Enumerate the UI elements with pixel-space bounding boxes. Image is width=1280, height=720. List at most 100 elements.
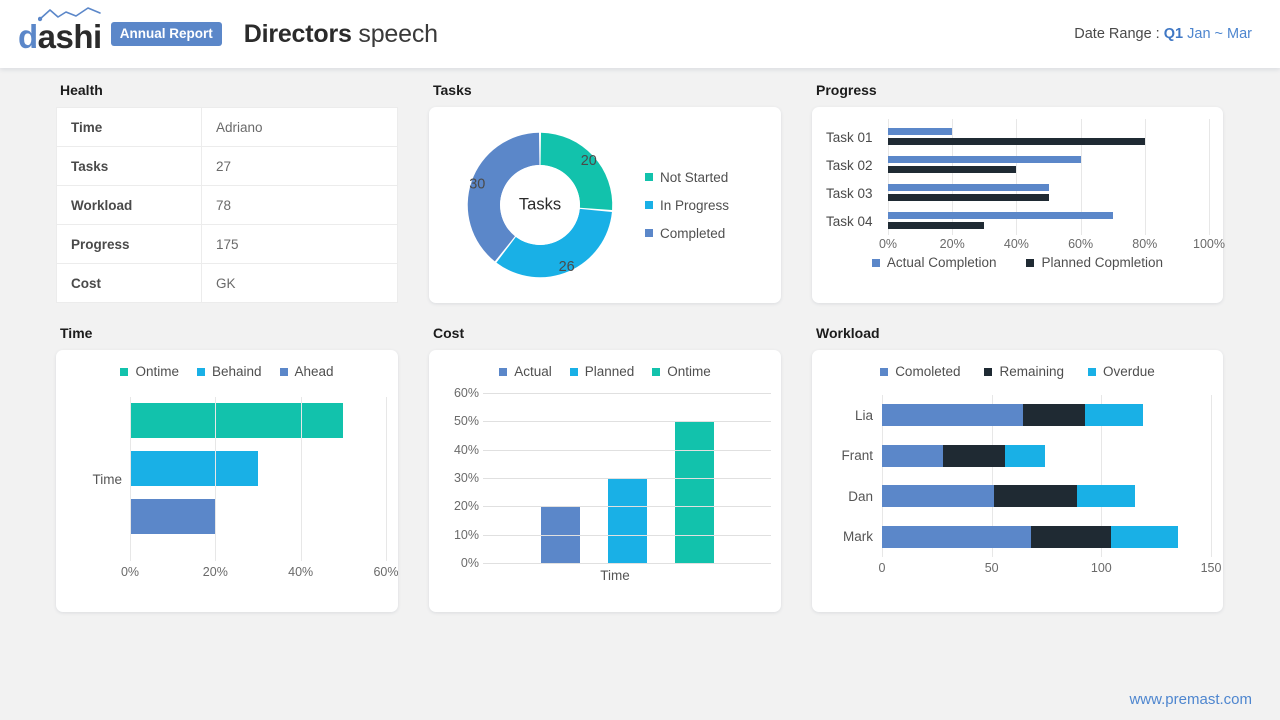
legend-swatch-icon [569,367,578,376]
legend-label: Ontime [135,364,179,379]
gridline [1211,395,1212,557]
y-tick: 20% [453,499,479,514]
category-label: Lia [854,407,873,423]
legend-label: Planned [584,364,635,379]
tasks-legend: Not Started In Progress Completed [645,170,729,241]
cost-plot-area [483,393,771,564]
x-tick: 50 [984,561,999,575]
x-tick: 0 [878,561,886,575]
legend-item-behaind[interactable]: Behaind [196,364,262,379]
gridline [215,397,217,561]
progress-plot-area [888,119,1210,235]
legend-label: Behaind [211,364,262,379]
sparkline-icon [38,6,101,21]
legend-item-actual[interactable]: Actual [499,364,552,379]
x-tick: 100 [1090,561,1112,575]
health-key: Time [56,107,202,147]
legend-item-planned[interactable]: Planned [569,364,635,379]
tasks-panel: Tasks 20 26 30 Tasks Not Started In Prog… [429,82,781,303]
date-range-label: Date Range : [1074,26,1160,42]
workload-title: Workload [816,325,880,341]
table-row: Tasks 27 [56,146,398,186]
gridline [1209,119,1210,235]
bar-actual [888,212,1113,219]
app-header: dashi Annual Report Directors speech Dat… [0,0,1280,68]
segment-remaining [943,444,1005,467]
health-key: Cost [56,263,202,303]
tasks-card: 20 26 30 Tasks Not Started In Progress C… [429,107,781,303]
x-tick: 150 [1200,561,1222,575]
legend-label: Remaining [999,364,1065,379]
bar-planned [888,166,1017,173]
bar-ontime [674,421,714,563]
gridline [483,506,771,508]
legend-item-ahead[interactable]: Ahead [279,364,334,379]
category-label: Time [92,471,123,487]
cost-legend: Actual Planned Ontime [439,364,771,379]
legend-item-ontime[interactable]: Ontime [652,364,711,379]
donut-value-label: 30 [469,177,485,193]
stacked-bar [882,404,1144,427]
legend-swatch-icon [1088,367,1097,376]
x-tick: 0% [878,237,898,251]
legend-item-completed[interactable]: Completed [645,226,729,241]
category-label: Task 01 [826,129,873,145]
x-tick: 40% [1003,237,1029,251]
health-panel: Health Time Adriano Tasks 27 Workload 78 [56,82,398,303]
legend-swatch-icon [652,367,661,376]
health-title: Health [60,82,103,98]
legend-label: Actual [514,364,552,379]
time-legend: Ontime Behaind Ahead [68,364,386,379]
segment-remaining [1031,525,1112,548]
bar-behaind [130,451,258,486]
legend-item-actual-completion[interactable]: Actual Completion [871,255,996,270]
category-label: Task 02 [826,157,873,173]
legend-item-comoleted[interactable]: Comoleted [880,364,960,379]
x-tick: 20% [202,565,228,579]
bar-ontime [130,403,344,438]
category-label: Dan [848,488,873,504]
legend-item-ontime[interactable]: Ontime [120,364,179,379]
time-axis-row: 0% 20% 40% 60% [68,563,399,582]
legend-item-not-started[interactable]: Not Started [645,170,729,185]
donut-center-label: Tasks [518,195,562,214]
legend-label: Ontime [667,364,711,379]
date-range-months: Jan ~ Mar [1187,26,1252,42]
gridline [130,397,131,561]
date-range: Date Range : Q1 Jan ~ Mar [1074,26,1252,42]
cost-panel: Cost Actual Planned Ontime 0% 10% 20% 30… [429,325,781,612]
legend-swatch-icon [1026,258,1035,267]
segment-comoleted [882,404,1024,427]
y-tick: 60% [453,386,479,400]
time-x-axis: 0% 20% 40% 60% [121,565,399,582]
footer-url[interactable]: www.premast.com [1129,691,1252,708]
gridline [483,449,771,451]
brand-logo[interactable]: dashi Annual Report [18,6,222,55]
workload-legend: Comoleted Remaining Overdue [824,364,1211,379]
legend-item-in-progress[interactable]: In Progress [645,198,729,213]
workload-plot-area [882,395,1212,557]
cost-card: Actual Planned Ontime 0% 10% 20% 30% 40%… [429,350,781,612]
health-value: 78 [201,185,398,225]
donut-value-label: 20 [581,153,597,169]
segment-overdue [1084,404,1144,427]
x-tick: 40% [288,565,314,579]
logo-letters-ashi: ashi [37,17,103,55]
progress-panel: Progress Task 01 Task 02 Task 03 Task 04 [812,82,1225,303]
x-tick: 60% [373,565,399,579]
time-card: Ontime Behaind Ahead Time 0% 20% 40% 60% [56,350,399,612]
table-row: Time Adriano [56,107,398,147]
legend-label: Not Started [660,169,729,185]
legend-item-overdue[interactable]: Overdue [1088,364,1155,379]
legend-swatch-icon [120,367,129,376]
legend-item-planned-completion[interactable]: Planned Copmletion [1026,255,1163,270]
legend-swatch-icon [871,258,880,267]
donut-value-label: 26 [559,259,575,275]
stacked-bar-row [882,436,1211,477]
segment-comoleted [882,485,994,508]
segment-overdue [1111,525,1178,548]
logo-letter-d: d [18,17,38,55]
table-row: Progress 175 [56,224,398,264]
x-tick: 0% [120,565,140,579]
legend-item-remaining[interactable]: Remaining [984,364,1064,379]
